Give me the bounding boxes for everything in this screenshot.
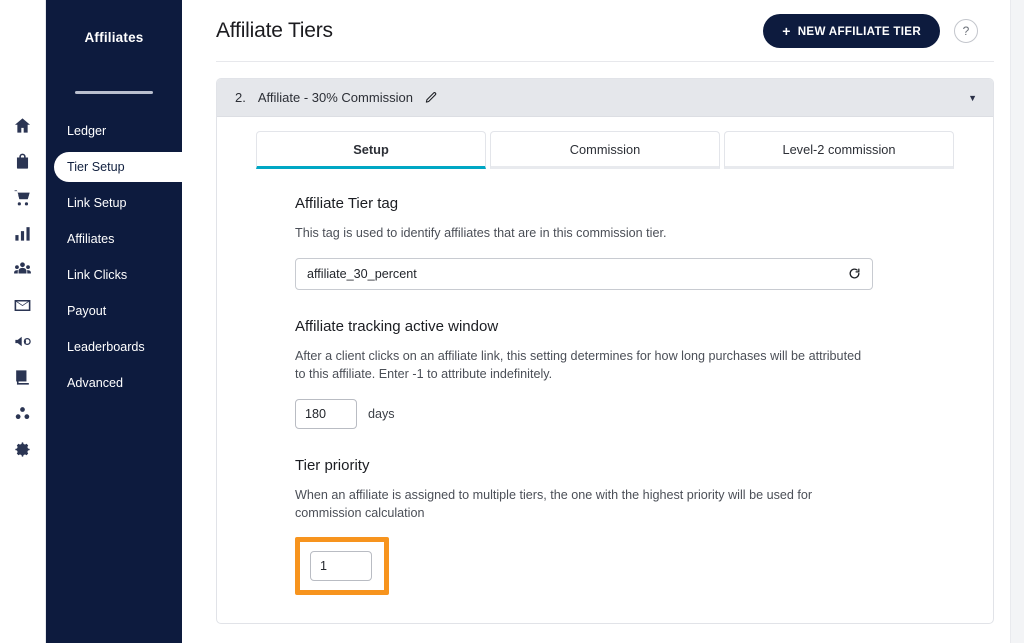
tab-level-2-commission[interactable]: Level-2 commission <box>724 131 954 169</box>
store-bag-icon[interactable] <box>10 148 36 174</box>
sidebar-item-advanced[interactable]: Advanced <box>46 368 182 398</box>
plus-icon: + <box>782 23 791 39</box>
header-divider <box>216 61 994 62</box>
sidebar-divider <box>75 91 153 94</box>
sidebar-item-link-clicks[interactable]: Link Clicks <box>46 260 182 290</box>
bar-chart-icon[interactable] <box>10 220 36 246</box>
affiliates-sidebar: Affiliates Ledger Tier Setup Link Setup … <box>46 0 182 643</box>
tab-label: Setup <box>353 141 389 157</box>
main-content: Affiliate Tiers + NEW AFFILIATE TIER ? 2… <box>182 0 1024 643</box>
group-people-icon[interactable] <box>10 256 36 282</box>
shopping-cart-icon[interactable] <box>10 184 36 210</box>
sidebar-item-link-setup[interactable]: Link Setup <box>46 188 182 218</box>
sidebar-item-label: Affiliates <box>67 232 115 246</box>
megaphone-icon[interactable] <box>10 328 36 354</box>
home-icon[interactable] <box>10 112 36 138</box>
tier-card-wrapper: 2. Affiliate - 30% Commission ▼ Setup Co… <box>182 62 1024 625</box>
section-heading: Affiliate tracking active window <box>295 317 499 335</box>
sidebar-item-label: Link Setup <box>67 196 127 210</box>
sidebar-item-tier-setup[interactable]: Tier Setup <box>54 152 182 182</box>
tracking-window-row: 180 days <box>295 398 954 429</box>
new-affiliate-tier-label: NEW AFFILIATE TIER <box>797 24 921 38</box>
envelope-mail-icon[interactable] <box>10 292 36 318</box>
tab-label: Level-2 commission <box>782 141 896 157</box>
tier-priority-section: Tier priority When an affiliate is assig… <box>295 457 954 596</box>
sidebar-item-leaderboards[interactable]: Leaderboards <box>46 332 182 362</box>
sidebar-item-ledger[interactable]: Ledger <box>46 116 182 146</box>
book-icon[interactable] <box>10 364 36 390</box>
section-description: After a client clicks on an affiliate li… <box>295 348 862 381</box>
tier-index: 2. <box>235 90 246 105</box>
sidebar-item-affiliates[interactable]: Affiliates <box>46 224 182 254</box>
page-right-edge <box>1010 0 1024 643</box>
affiliate-tier-tag-value: affiliate_30_percent <box>307 266 417 281</box>
tab-label: Commission <box>569 141 641 157</box>
page-title: Affiliate Tiers <box>216 19 333 42</box>
section-description: When an affiliate is assigned to multipl… <box>295 487 813 520</box>
tier-accordion-header[interactable]: 2. Affiliate - 30% Commission ▼ <box>217 79 993 117</box>
affiliate-tier-tag-input[interactable]: affiliate_30_percent <box>295 257 873 290</box>
tracking-window-section: Affiliate tracking active window After a… <box>295 318 954 429</box>
tier-tab-bar: Setup Commission Level-2 commission <box>217 117 993 169</box>
edit-pencil-icon[interactable] <box>424 91 438 105</box>
sidebar-title: Affiliates <box>84 30 144 45</box>
affiliate-tier-card: 2. Affiliate - 30% Commission ▼ Setup Co… <box>216 78 994 625</box>
tier-name: Affiliate - 30% Commission <box>257 90 413 105</box>
tier-priority-value: 1 <box>320 559 328 574</box>
section-heading: Affiliate Tier tag <box>295 195 399 212</box>
sidebar-item-label: Leaderboards <box>67 340 145 354</box>
tier-priority-highlight: 1 <box>295 537 389 596</box>
global-icon-rail <box>0 0 46 643</box>
sidebar-item-label: Advanced <box>67 376 124 390</box>
tab-commission[interactable]: Commission <box>490 131 720 169</box>
header-actions: + NEW AFFILIATE TIER ? <box>763 14 994 48</box>
help-icon[interactable]: ? <box>954 19 978 43</box>
page-header: Affiliate Tiers + NEW AFFILIATE TIER ? <box>182 0 1024 62</box>
tracking-window-unit: days <box>368 406 395 421</box>
affiliate-tier-tag-section: Affiliate Tier tag This tag is used to i… <box>295 195 954 290</box>
chevron-down-icon[interactable]: ▼ <box>968 93 977 103</box>
refresh-icon[interactable] <box>848 267 861 280</box>
sidebar-nav-list: Ledger Tier Setup Link Setup Affiliates … <box>46 116 182 398</box>
sidebar-item-payout[interactable]: Payout <box>46 296 182 326</box>
sidebar-item-label: Ledger <box>67 124 107 138</box>
sidebar-item-label: Tier Setup <box>67 160 125 174</box>
gear-settings-icon[interactable] <box>10 436 36 462</box>
section-description: This tag is used to identify affiliates … <box>295 226 667 240</box>
app-root: Affiliates Ledger Tier Setup Link Setup … <box>0 0 1024 643</box>
tier-priority-input[interactable]: 1 <box>310 551 372 582</box>
setup-form: Affiliate Tier tag This tag is used to i… <box>217 169 993 596</box>
tracking-window-value: 180 <box>305 406 327 421</box>
sidebar-item-label: Link Clicks <box>67 268 128 282</box>
new-affiliate-tier-button[interactable]: + NEW AFFILIATE TIER <box>763 14 940 48</box>
tracking-window-input[interactable]: 180 <box>295 398 357 429</box>
sidebar-item-label: Payout <box>67 304 107 318</box>
tab-setup[interactable]: Setup <box>256 131 486 169</box>
section-heading: Tier priority <box>295 456 370 474</box>
nodes-cluster-icon[interactable] <box>10 400 36 426</box>
